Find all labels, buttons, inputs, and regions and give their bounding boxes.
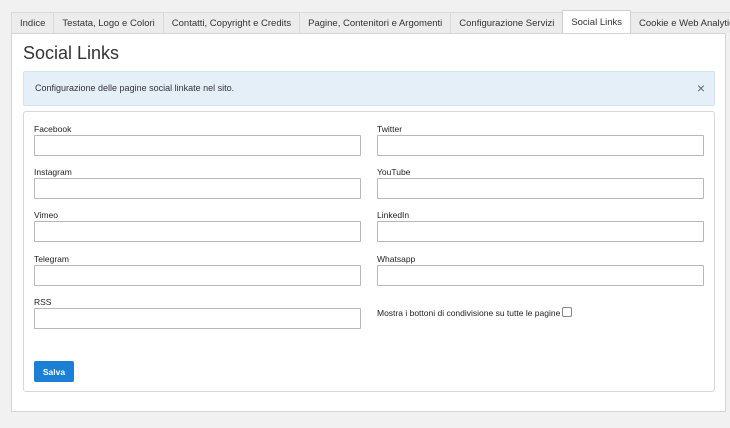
instagram-label: Instagram bbox=[34, 167, 72, 177]
tab-bar: Indice Testata, Logo e Colori Contatti, … bbox=[11, 10, 730, 33]
linkedin-input[interactable] bbox=[377, 221, 704, 242]
tab-pagine-contenitori-argomenti[interactable]: Pagine, Contenitori e Argomenti bbox=[299, 12, 452, 33]
tab-social-links[interactable]: Social Links bbox=[562, 10, 632, 33]
facebook-label: Facebook bbox=[34, 124, 72, 134]
share-buttons-option: Mostra i bottoni di condivisione su tutt… bbox=[377, 306, 573, 318]
youtube-input[interactable] bbox=[377, 178, 704, 199]
share-buttons-checkbox[interactable] bbox=[562, 306, 573, 317]
vimeo-input[interactable] bbox=[34, 221, 361, 242]
twitter-input[interactable] bbox=[377, 135, 704, 156]
alert-text: Configurazione delle pagine social linka… bbox=[35, 83, 235, 93]
youtube-label: YouTube bbox=[377, 167, 411, 177]
tab-configurazione-servizi[interactable]: Configurazione Servizi bbox=[450, 12, 564, 33]
tab-panel: Social Links Configurazione delle pagine… bbox=[11, 33, 726, 412]
vimeo-label: Vimeo bbox=[34, 210, 58, 220]
whatsapp-label: Whatsapp bbox=[377, 254, 416, 264]
telegram-label: Telegram bbox=[34, 254, 69, 264]
twitter-label: Twitter bbox=[377, 124, 403, 134]
save-button[interactable]: Salva bbox=[34, 361, 74, 382]
tab-indice[interactable]: Indice bbox=[11, 12, 55, 33]
social-links-form: Facebook Twitter Instagram YouTube Vimeo… bbox=[23, 111, 715, 392]
rss-label: RSS bbox=[34, 297, 52, 307]
telegram-input[interactable] bbox=[34, 265, 361, 286]
close-icon[interactable]: × bbox=[697, 80, 705, 96]
rss-input[interactable] bbox=[34, 308, 361, 329]
info-alert: Configurazione delle pagine social linka… bbox=[23, 71, 715, 106]
facebook-input[interactable] bbox=[34, 135, 361, 156]
tab-contatti-copyright-credits[interactable]: Contatti, Copyright e Credits bbox=[162, 12, 301, 33]
whatsapp-input[interactable] bbox=[377, 265, 704, 286]
tab-cookie-web-analytics[interactable]: Cookie e Web Analytics bbox=[630, 12, 730, 33]
linkedin-label: LinkedIn bbox=[377, 210, 410, 220]
share-buttons-label: Mostra i bottoni di condivisione su tutt… bbox=[377, 308, 561, 318]
tab-testata-logo-colori[interactable]: Testata, Logo e Colori bbox=[53, 12, 164, 33]
instagram-input[interactable] bbox=[34, 178, 361, 199]
page-title: Social Links bbox=[23, 43, 120, 63]
